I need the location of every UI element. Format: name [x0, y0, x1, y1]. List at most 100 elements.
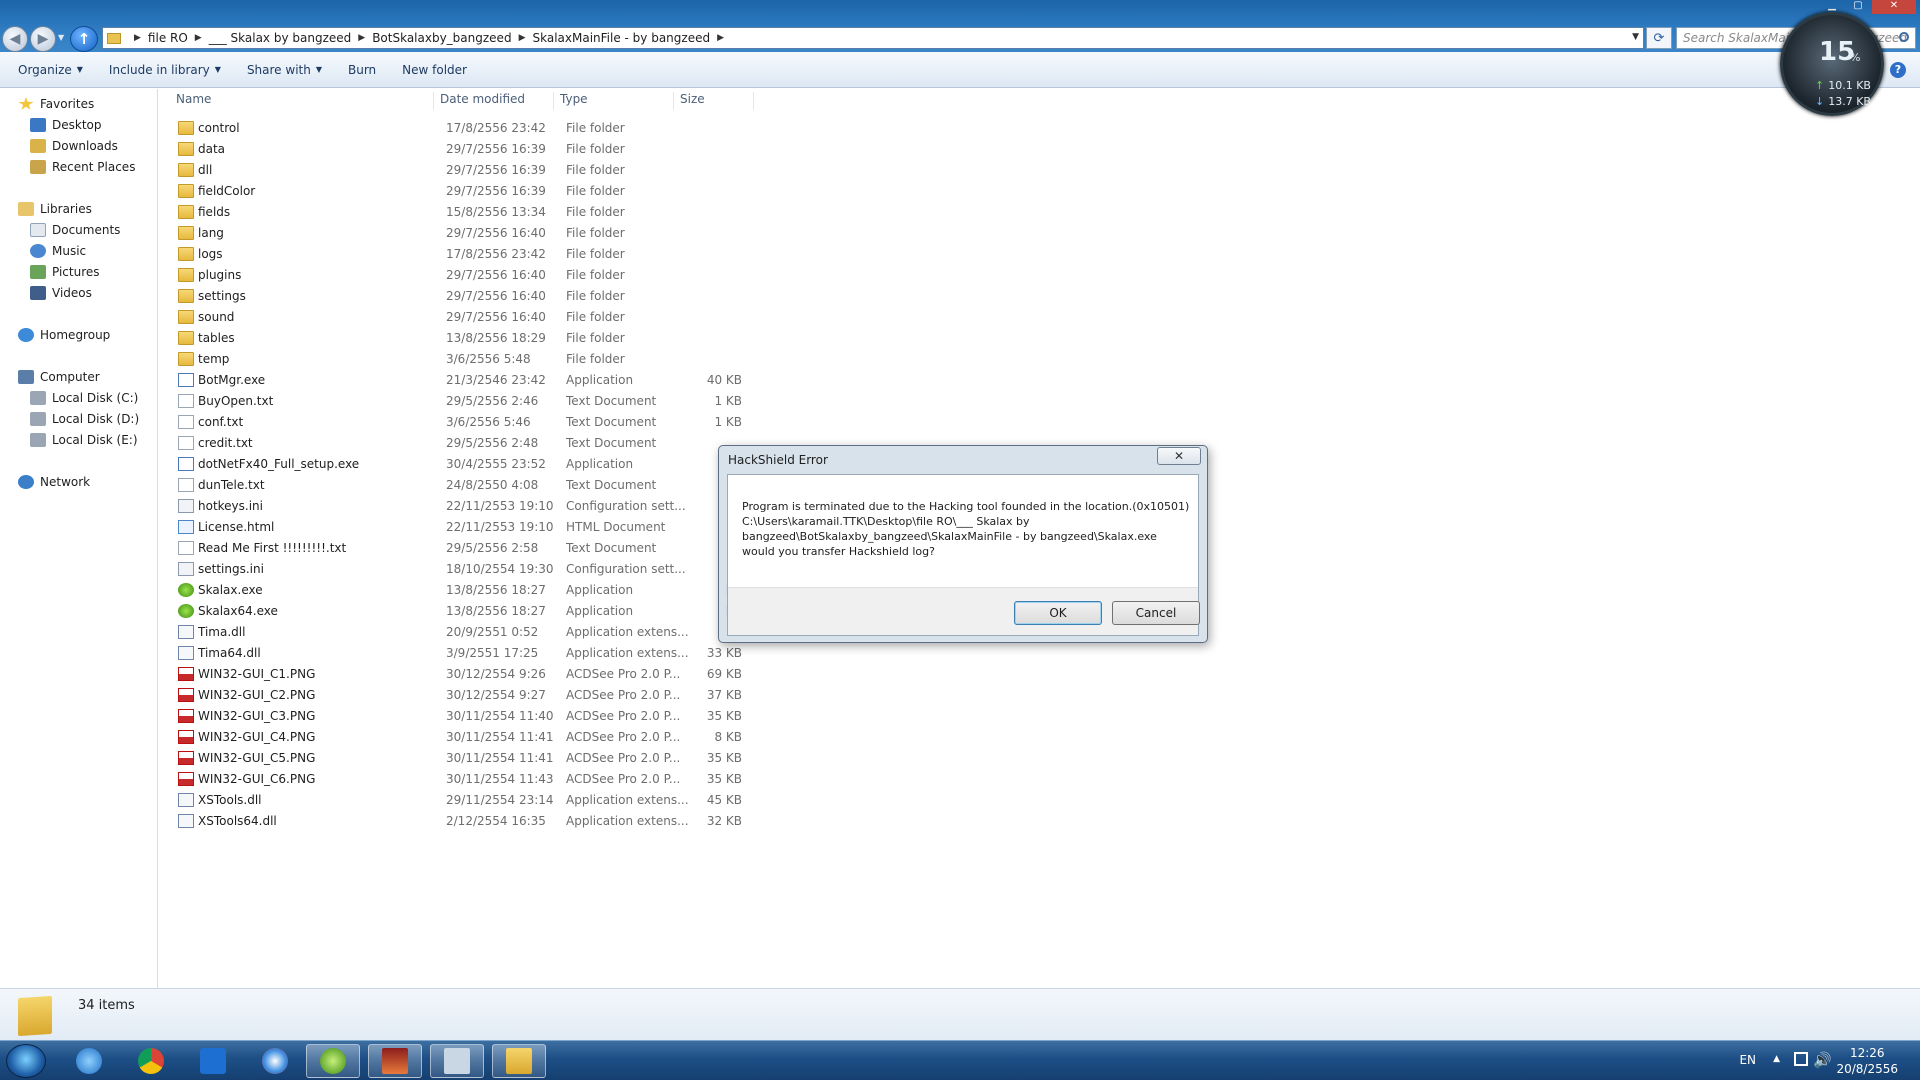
breadcrumb-item[interactable]: BotSkalaxby_bangzeed [372, 31, 511, 45]
file-row[interactable]: Read Me First !!!!!!!!!.txt 29/5/2556 2:5… [178, 538, 778, 559]
window-close-button[interactable]: ✕ [1872, 0, 1916, 14]
nav-local-disk-d[interactable]: Local Disk (D:) [30, 412, 139, 426]
file-row[interactable]: settings 29/7/2556 16:40 File folder [178, 286, 778, 307]
file-row[interactable]: dunTele.txt 24/8/2550 4:08 Text Document [178, 475, 778, 496]
language-indicator[interactable]: EN [1739, 1053, 1756, 1067]
show-hidden-icons-icon[interactable]: ▲ [1773, 1054, 1780, 1064]
file-row[interactable]: Tima64.dll 3/9/2551 17:25 Application exte… [178, 643, 778, 664]
file-row[interactable]: credit.txt 29/5/2556 2:48 Text Document [178, 433, 778, 454]
nav-videos[interactable]: Videos [30, 286, 92, 300]
taskbar-app-internet-explorer[interactable] [62, 1044, 116, 1078]
help-icon[interactable]: ? [1890, 62, 1906, 78]
address-bar[interactable]: ▶ file RO ▶ ___ Skalax by bangzeed ▶ Bot… [102, 27, 1644, 49]
file-row[interactable]: logs 17/8/2556 23:42 File folder [178, 244, 778, 265]
ok-button[interactable]: OK [1014, 601, 1102, 625]
chevron-right-icon[interactable]: ▶ [519, 33, 526, 43]
file-row[interactable]: XSTools.dll 29/11/2554 23:14 Application e… [178, 790, 778, 811]
file-row[interactable]: WIN32-GUI_C1.PNG 30/12/2554 9:26 ACDSee Pr… [178, 664, 778, 685]
file-name: Read Me First !!!!!!!!!.txt [198, 541, 347, 555]
dialog-close-button[interactable]: ✕ [1157, 447, 1201, 465]
chevron-right-icon[interactable]: ▶ [134, 33, 141, 43]
refresh-button[interactable]: ⟳ [1646, 27, 1672, 49]
file-row[interactable]: Skalax64.exe13/8/2556 18:27Application1,… [178, 601, 778, 622]
up-button[interactable]: ↑ [70, 26, 98, 52]
chevron-right-icon[interactable]: ▶ [358, 33, 365, 43]
breadcrumb-item[interactable]: file RO [148, 31, 188, 45]
nav-computer[interactable]: Computer [18, 370, 100, 384]
taskbar-app-explorer[interactable] [492, 1044, 546, 1078]
file-row[interactable]: fieldColor 29/7/2556 16:39 File folder [178, 181, 778, 202]
file-row[interactable]: lang 29/7/2556 16:40 File folder [178, 223, 778, 244]
nav-downloads[interactable]: Downloads [30, 139, 118, 153]
file-row[interactable]: BuyOpen.txt 29/5/2556 2:46 Text Document 1 … [178, 391, 778, 412]
network-tray-icon[interactable] [1794, 1052, 1808, 1066]
include-in-library-button[interactable]: Include in library ▼ [99, 63, 231, 77]
file-row[interactable]: settings.ini 18/10/2554 19:30 Configuratio… [178, 559, 778, 580]
new-folder-button[interactable]: New folder [392, 63, 477, 77]
file-row[interactable]: control 17/8/2556 23:42 File folder [178, 118, 778, 139]
nav-local-disk-c[interactable]: Local Disk (C:) [30, 391, 138, 405]
file-row[interactable]: dll 29/7/2556 16:39 File folder [178, 160, 778, 181]
file-row[interactable]: WIN32-GUI_C2.PNG 30/12/2554 9:27 ACDSee Pr… [178, 685, 778, 706]
file-row[interactable]: WIN32-GUI_C4.PNG 30/11/2554 11:41 ACDSee P… [178, 727, 778, 748]
cpu-network-gadget[interactable]: 15 % ↑ 10.1 KB ↓ 13.7 KB [1780, 12, 1884, 116]
chevron-down-icon[interactable]: ▼ [1632, 32, 1639, 42]
burn-button[interactable]: Burn [338, 63, 386, 77]
taskbar-app-maxthon[interactable] [186, 1044, 240, 1078]
file-row[interactable]: plugins 29/7/2556 16:40 File folder [178, 265, 778, 286]
nav-network[interactable]: Network [18, 475, 90, 489]
nav-documents[interactable]: Documents [30, 223, 120, 237]
taskbar-app-skalax[interactable] [306, 1044, 360, 1078]
clock[interactable]: 12:26 20/8/2556 [1836, 1045, 1898, 1077]
chevron-right-icon[interactable]: ▶ [717, 33, 724, 43]
file-row[interactable]: XSTools64.dll 2/12/2554 16:35 Application … [178, 811, 778, 832]
file-row[interactable]: License.html 22/11/2553 19:10 HTML Documen… [178, 517, 778, 538]
nav-pictures[interactable]: Pictures [30, 265, 100, 279]
column-header-type[interactable]: Type [554, 92, 674, 110]
file-row[interactable]: data 29/7/2556 16:39 File folder [178, 139, 778, 160]
file-date: 15/8/2556 13:34 [446, 205, 546, 219]
nav-recent-places[interactable]: Recent Places [30, 160, 135, 174]
file-row[interactable]: dotNetFx40_Full_setup.exe 30/4/2555 23:52… [178, 454, 778, 475]
breadcrumb-item[interactable]: SkalaxMainFile - by bangzeed [532, 31, 710, 45]
file-row[interactable]: WIN32-GUI_C3.PNG 30/11/2554 11:40 ACDSee P… [178, 706, 778, 727]
recent-pages-dropdown[interactable]: ▼ [58, 33, 64, 42]
nav-local-disk-e[interactable]: Local Disk (E:) [30, 433, 138, 447]
taskbar-app-calculator[interactable] [430, 1044, 484, 1078]
column-header-size[interactable]: Size [674, 92, 754, 110]
chevron-right-icon[interactable]: ▶ [195, 33, 202, 43]
volume-icon[interactable]: 🔊 [1813, 1051, 1832, 1069]
file-row[interactable]: WIN32-GUI_C6.PNG 30/11/2554 11:43 ACDSee P… [178, 769, 778, 790]
file-row[interactable]: Tima.dll 20/9/2551 0:52 Application extens… [178, 622, 778, 643]
dialog-button-bar: OK Cancel [728, 587, 1200, 635]
taskbar-app-chrome[interactable] [124, 1044, 178, 1078]
nav-desktop[interactable]: Desktop [30, 118, 102, 132]
taskbar-app-game[interactable] [368, 1044, 422, 1078]
search-icon[interactable] [1899, 32, 1909, 42]
file-row[interactable]: tables 13/8/2556 18:29 File folder [178, 328, 778, 349]
file-row[interactable]: sound 29/7/2556 16:40 File folder [178, 307, 778, 328]
forward-button[interactable]: ▶ [30, 26, 56, 52]
file-name: fields [198, 205, 231, 219]
nav-homegroup[interactable]: Homegroup [18, 328, 110, 342]
cancel-button[interactable]: Cancel [1112, 601, 1200, 625]
file-row[interactable]: BotMgr.exe 21/3/2546 23:42 Application 40 K… [178, 370, 778, 391]
nav-music[interactable]: Music [30, 244, 86, 258]
taskbar-app-swirl[interactable] [248, 1044, 302, 1078]
maximize-button[interactable]: ▢ [1846, 0, 1870, 14]
organize-button[interactable]: Organize ▼ [8, 63, 93, 77]
nav-favorites[interactable]: Favorites [18, 97, 94, 111]
file-row[interactable]: conf.txt 3/6/2556 5:46 Text Document 1 KB [178, 412, 778, 433]
column-header-name[interactable]: Name [170, 92, 434, 110]
start-button[interactable] [6, 1044, 46, 1078]
file-row[interactable]: hotkeys.ini 22/11/2553 19:10 Configuration… [178, 496, 778, 517]
column-header-date[interactable]: Date modified [434, 92, 554, 110]
breadcrumb-item[interactable]: ___ Skalax by bangzeed [209, 31, 352, 45]
file-row[interactable]: temp 3/6/2556 5:48 File folder [178, 349, 778, 370]
back-button[interactable]: ◀ [2, 26, 28, 52]
share-with-button[interactable]: Share with ▼ [237, 63, 332, 77]
file-row[interactable]: WIN32-GUI_C5.PNG 30/11/2554 11:41 ACDSee P… [178, 748, 778, 769]
file-row[interactable]: fields 15/8/2556 13:34 File folder [178, 202, 778, 223]
nav-libraries[interactable]: Libraries [18, 202, 92, 216]
file-row[interactable]: Skalax.exe13/8/2556 18:27Application1,0 [178, 580, 778, 601]
